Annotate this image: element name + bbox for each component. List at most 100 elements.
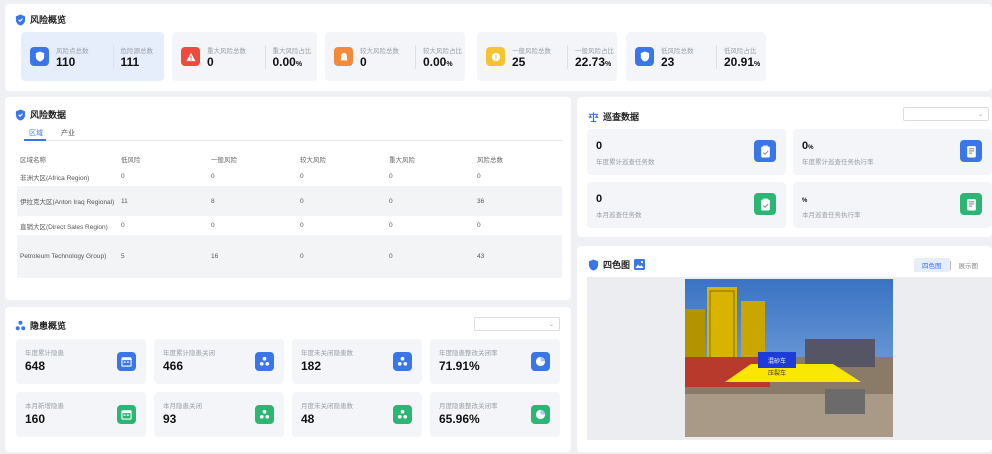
hazard-stat-card[interactable]: 月度隐患整改关闭率 65.96%	[430, 392, 560, 437]
stat-label: 较大风险总数	[360, 48, 399, 55]
shield-icon	[30, 47, 49, 66]
table-row[interactable]: 直销大区(Direct Sales Region) 0 0 0 0 0	[17, 216, 562, 235]
hazard-icon	[255, 405, 274, 424]
stat-value: 182	[301, 359, 322, 373]
patrol-stat-card[interactable]: 0 本月巡查任务数	[587, 182, 786, 228]
table-cell: 0	[300, 222, 304, 229]
hazard-stat-card[interactable]: 月度未关闭隐患数 48	[292, 392, 422, 437]
stat-label: 一般风险占比	[575, 48, 614, 55]
stat-label: 年度累计巡查任务执行率	[802, 159, 874, 166]
stat-label: 较大风险占比	[423, 48, 462, 55]
stat-label: 一般风险总数	[512, 48, 551, 55]
table-row[interactable]: Petroleum Technology Group) 5 16 0 0 43	[17, 235, 562, 278]
risk-stat-card[interactable]: 一般风险总数 25 一般风险占比 22.73%	[477, 32, 617, 81]
display-button[interactable]: 展示图	[951, 258, 987, 272]
report-icon	[960, 193, 982, 215]
patrol-stat-card[interactable]: 0 年度累计巡查任务数	[587, 129, 786, 175]
column-header: 较大风险	[300, 156, 326, 164]
chevron-down-icon: ⌄	[548, 322, 554, 328]
stat-label: 年度累计隐患关闭	[163, 350, 215, 357]
table-cell: 0	[386, 235, 474, 278]
hazard-stat-card[interactable]: 本月隐患关闭 93	[154, 392, 284, 437]
table-cell: 0	[121, 173, 125, 180]
stat-value-number: 0.00	[272, 55, 296, 69]
stat-label: 风险点总数	[56, 48, 89, 55]
calendar-icon	[117, 352, 136, 371]
stat-label: 本月巡查任务数	[596, 212, 642, 219]
stat-value: 22.73%	[575, 55, 611, 69]
calendar-icon	[117, 405, 136, 424]
image-icon[interactable]	[634, 259, 646, 270]
four-color-button[interactable]: 四色图	[914, 258, 950, 272]
shield-icon	[635, 47, 654, 66]
hazard-stat-card[interactable]: 年度未关闭隐患数 182	[292, 339, 422, 384]
table-cell: 伊拉克大区(Anton Iraq Regional)	[17, 186, 118, 216]
table-row[interactable]: 非洲大区(Africa Region) 0 0 0 0 0	[17, 167, 562, 186]
risk-stat-card[interactable]: 低风险总数 23 低风险占比 20.91%	[626, 32, 766, 81]
unit-text: %	[605, 61, 612, 68]
column-header: 风险总数	[477, 156, 503, 164]
stat-value: 0	[596, 140, 602, 152]
stat-value: 110	[56, 55, 76, 69]
pie-icon	[531, 352, 550, 371]
hazard-icon	[393, 405, 412, 424]
stat-value: 0	[596, 193, 602, 205]
hazard-stat-card[interactable]: 本月新增隐患 160	[16, 392, 146, 437]
table-cell: 16	[208, 235, 297, 278]
stat-value: 25	[512, 55, 526, 69]
tab-region[interactable]: 区域	[29, 128, 43, 138]
report-icon	[960, 140, 982, 162]
stat-label: 重大风险总数	[207, 48, 246, 55]
shield-icon	[15, 14, 26, 25]
stat-value-number: 22.73	[575, 55, 606, 69]
unit-text: %	[446, 61, 453, 68]
hazard-stat-card[interactable]: 年度隐患整改关闭率 71.91%	[430, 339, 560, 384]
stat-label: 低风险总数	[661, 48, 694, 55]
stat-value: 65.96%	[439, 412, 480, 426]
tab-industry[interactable]: 产业	[61, 128, 75, 138]
stat-value: 0%	[802, 140, 813, 152]
photo-tag-line2: 压裂车	[768, 369, 786, 377]
stat-label: 年度隐患整改关闭率	[439, 350, 498, 357]
column-header: 低风险	[121, 156, 141, 164]
risk-stat-card[interactable]: 重大风险总数 0 重大风险占比 0.00%	[172, 32, 317, 81]
stat-label: 年度累计隐患	[25, 350, 64, 357]
table-cell: 43	[474, 235, 562, 278]
hazard-filter-select[interactable]: ⌄	[474, 317, 560, 331]
stat-value: 23	[661, 55, 675, 69]
table-cell: 0	[386, 186, 474, 216]
section-title-text: 巡查数据	[603, 112, 640, 122]
hazard-overview-title: 隐患概览	[15, 319, 66, 332]
hazard-stat-card[interactable]: 年度累计隐患关闭 466	[154, 339, 284, 384]
map-area: 混砂车 压裂车	[587, 277, 992, 440]
view-toggle: 四色图 展示图	[914, 258, 986, 272]
patrol-stat-card[interactable]: 0% 年度累计巡查任务执行率	[793, 129, 992, 175]
hazard-stat-card[interactable]: 年度累计隐患 648	[16, 339, 146, 384]
table-cell: 0	[477, 173, 481, 180]
table-cell: Petroleum Technology Group)	[17, 235, 118, 278]
stat-value: 93	[163, 412, 177, 426]
table-cell: 直销大区(Direct Sales Region)	[20, 223, 108, 231]
stat-label: 本月新增隐患	[25, 403, 64, 410]
site-photo[interactable]: 混砂车 压裂车	[685, 279, 893, 437]
stat-value: 0	[360, 55, 367, 69]
chevron-down-icon: ⌄	[977, 112, 983, 118]
stat-value: 648	[25, 359, 46, 373]
risk-stat-card[interactable]: 风险点总数 110 危险源总数 111	[21, 32, 164, 81]
risk-stat-card[interactable]: 较大风险总数 0 较大风险占比 0.00%	[325, 32, 465, 81]
table-cell: 11	[118, 186, 208, 216]
table-cell: 0	[211, 222, 215, 229]
stat-value: 0.00%	[423, 55, 453, 69]
stat-value-number: 0	[596, 193, 603, 205]
patrol-filter-select[interactable]: ⌄	[903, 107, 989, 121]
stat-value: 20.91%	[724, 55, 760, 69]
table-cell: 0	[121, 222, 125, 229]
stat-label: 危险源总数	[120, 48, 154, 55]
hazard-icon	[15, 320, 26, 330]
patrol-stat-card[interactable]: % 本月巡查任务执行率	[793, 182, 992, 228]
divider	[112, 45, 114, 69]
divider	[415, 45, 416, 69]
divider	[264, 45, 266, 69]
table-cell: 非洲大区(Africa Region)	[20, 174, 90, 182]
table-row[interactable]: 伊拉克大区(Anton Iraq Regional) 11 8 0 0 36	[17, 186, 562, 216]
